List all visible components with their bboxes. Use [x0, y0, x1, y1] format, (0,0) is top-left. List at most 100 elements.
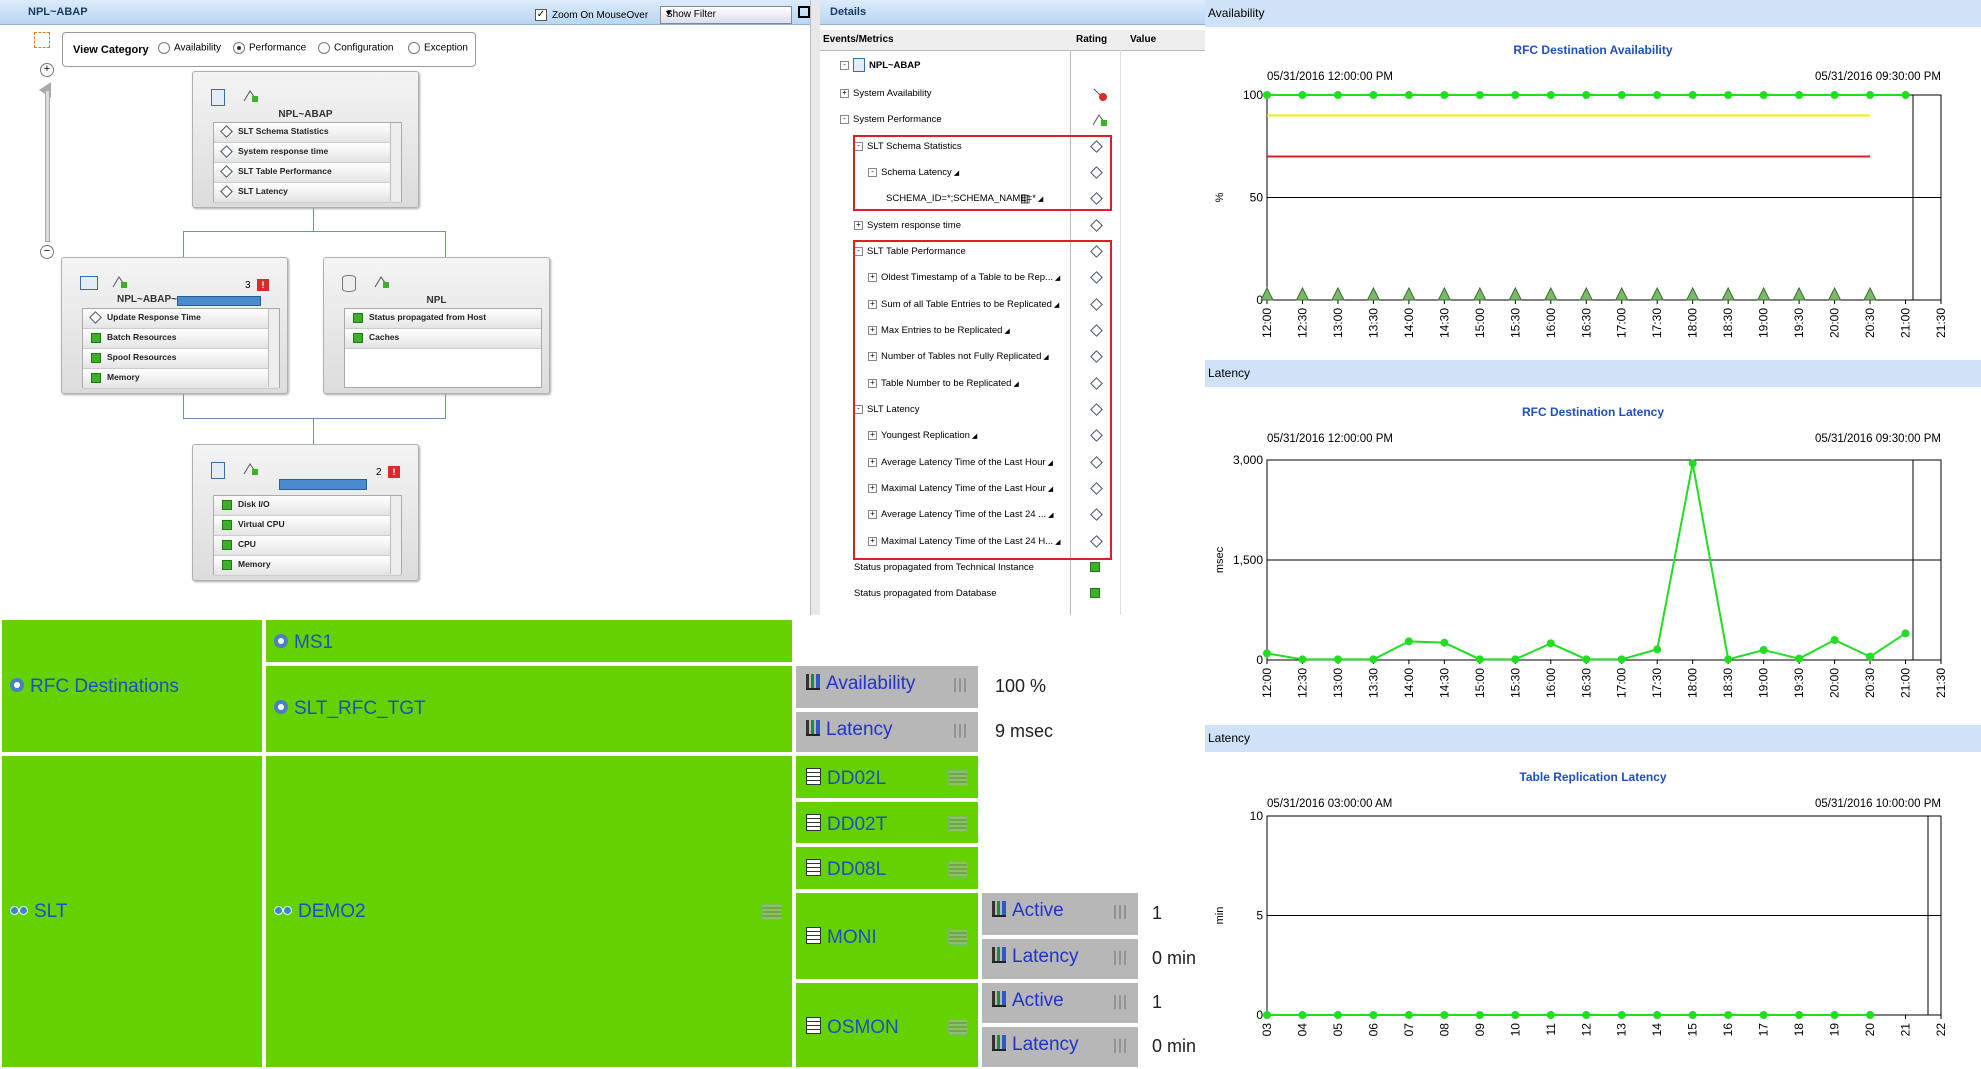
x-tick-label: 07	[1402, 1023, 1416, 1037]
availability-marker	[1366, 286, 1381, 301]
show-filter-dropdown[interactable]: Show Filter ▾	[660, 6, 792, 24]
tile-slt[interactable]: SLT	[0, 754, 264, 1069]
location-pin-icon	[10, 677, 24, 692]
tree-row[interactable]: - System Performance	[820, 110, 1205, 130]
data-point	[1688, 1011, 1697, 1019]
list-item[interactable]: Caches	[345, 329, 541, 349]
zoom-in-icon[interactable]: +	[40, 63, 54, 77]
details-title: Details	[830, 6, 867, 18]
tile-ms1[interactable]: MS1	[264, 618, 794, 664]
expand-icon[interactable]: +	[854, 220, 863, 230]
list-item[interactable]: Memory	[214, 556, 401, 576]
list-item[interactable]: System response time	[214, 143, 401, 163]
radio-configuration[interactable]: Configuration	[318, 42, 393, 54]
tree-row[interactable]: + System response time	[820, 216, 1205, 236]
server-icon	[211, 89, 225, 106]
list-item[interactable]: SLT Latency	[214, 183, 401, 203]
data-point	[1369, 91, 1378, 99]
expand-icon[interactable]: +	[840, 88, 849, 98]
data-point	[1546, 1011, 1555, 1019]
y-tick-label: 0	[1256, 1008, 1263, 1022]
radio-exception[interactable]: Exception	[408, 42, 468, 54]
bar-chart-icon	[1112, 905, 1130, 919]
tile-dd02l[interactable]: DD02L	[794, 754, 980, 800]
tree-row[interactable]: Status propagated from Technical Instanc…	[820, 558, 1205, 578]
list-item[interactable]: Batch Resources	[83, 329, 279, 349]
node-npl-abap-instance[interactable]: 3 ! NPL~ABAP~ Update Response Time Batch…	[61, 257, 288, 394]
list-item[interactable]: Memory	[83, 369, 279, 389]
tile-dd02t[interactable]: DD02T	[794, 800, 980, 845]
tree-row[interactable]: + System Availability	[820, 84, 1205, 104]
list-item[interactable]: Disk I/O	[214, 496, 401, 516]
x-tick-label: 18:30	[1721, 308, 1735, 338]
zoom-out-icon[interactable]: −	[40, 245, 54, 259]
x-tick-label: 16:00	[1544, 668, 1558, 698]
collapse-icon[interactable]: -	[840, 60, 849, 70]
performance-icon	[243, 89, 259, 103]
tile-osmon-latency[interactable]: Latency	[980, 1025, 1140, 1069]
tile-moni-active[interactable]: Active	[980, 891, 1140, 937]
data-point	[1333, 91, 1342, 99]
tile-osmon[interactable]: OSMON	[794, 981, 980, 1069]
scrollbar[interactable]	[268, 309, 279, 387]
zoom-on-mouseover-checkbox[interactable]: ✓	[535, 9, 547, 21]
scrollbar[interactable]	[390, 123, 401, 201]
list-item[interactable]: Status propagated from Host	[345, 309, 541, 329]
list-item[interactable]: Update Response Time	[83, 309, 279, 329]
x-tick-label: 16:00	[1544, 308, 1558, 338]
radio-performance[interactable]: Performance	[233, 42, 306, 54]
node-npl-database[interactable]: NPL Status propagated from Host Caches	[323, 257, 550, 394]
data-point	[1759, 646, 1768, 654]
radio-availability[interactable]: Availability	[158, 42, 221, 54]
node-title: NPL	[426, 295, 447, 306]
node-npl-abap[interactable]: NPL~ABAP SLT Schema Statistics System re…	[192, 71, 419, 208]
tree-row-label: System Performance	[853, 114, 942, 125]
zoom-on-mouseover-label: Zoom On MouseOver	[552, 10, 649, 21]
data-point	[1688, 91, 1697, 99]
y-tick-label: 10	[1250, 809, 1264, 823]
database-icon	[342, 275, 356, 292]
list-item[interactable]: SLT Table Performance	[214, 163, 401, 183]
tile-dd08l[interactable]: DD08L	[794, 845, 980, 891]
availability-marker	[1473, 286, 1487, 301]
y-tick-label: 1,500	[1233, 553, 1263, 567]
tile-moni-latency[interactable]: Latency	[980, 937, 1140, 981]
tile-latency[interactable]: Latency	[794, 710, 980, 754]
chart-icon	[992, 1034, 1006, 1051]
fit-to-screen-icon[interactable]	[34, 32, 50, 48]
zoom-track[interactable]	[45, 90, 50, 242]
list-item[interactable]: SLT Schema Statistics	[214, 123, 401, 143]
table-list-icon	[948, 1019, 968, 1035]
collapse-icon[interactable]: -	[840, 114, 849, 124]
col-events-metrics[interactable]: Events/Metrics	[823, 34, 894, 45]
tile-moni[interactable]: MONI	[794, 891, 980, 981]
zoom-slider[interactable]: + −	[37, 60, 57, 265]
data-point	[1830, 91, 1839, 99]
list-item[interactable]: Spool Resources	[83, 349, 279, 369]
tile-rfc-destinations[interactable]: RFC Destinations	[0, 618, 264, 754]
list-item[interactable]: CPU	[214, 536, 401, 556]
maximize-icon[interactable]	[798, 6, 810, 18]
list-item[interactable]: Virtual CPU	[214, 516, 401, 536]
node-title: NPL~ABAP	[278, 109, 333, 120]
data-point	[1582, 1011, 1591, 1019]
y-tick-label: 50	[1250, 191, 1264, 205]
col-value[interactable]: Value	[1130, 34, 1156, 45]
tree-row[interactable]: Status propagated from Database	[820, 584, 1205, 604]
tile-slt-rfc-tgt[interactable]: SLT_RFC_TGT	[264, 664, 794, 754]
tile-osmon-active[interactable]: Active	[980, 981, 1140, 1025]
col-rating[interactable]: Rating	[1076, 34, 1107, 45]
availability-chart-panel: Availability RFC Destination Availabilit…	[1205, 0, 1981, 360]
node-host[interactable]: 2 ! Disk I/O Virtual CPU CPU Memory	[192, 444, 419, 581]
x-tick-label: 15:30	[1508, 668, 1522, 698]
tile-demo2[interactable]: DEMO2	[264, 754, 794, 1069]
redacted-bar	[177, 296, 261, 306]
highlight-box	[853, 135, 1112, 211]
tile-availability[interactable]: Availability	[794, 664, 980, 710]
details-titlebar: Details	[820, 0, 1205, 25]
scrollbar[interactable]	[390, 496, 401, 574]
data-point	[1404, 1011, 1413, 1019]
tree-root[interactable]: - NPL~ABAP	[820, 56, 1205, 76]
x-tick-label: 09	[1473, 1023, 1487, 1037]
x-tick-label: 20:00	[1828, 668, 1842, 698]
